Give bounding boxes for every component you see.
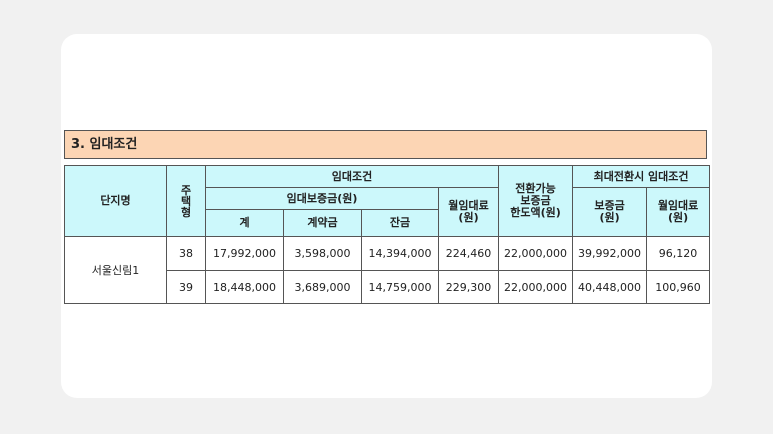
convertible-limit-cell: 22,000,000	[498, 236, 574, 271]
complex-name-cell: 서울신림1	[64, 236, 167, 304]
header-housing-type: 주 택 형	[166, 165, 206, 237]
header-total: 계	[205, 209, 284, 237]
contract-fee-cell: 3,598,000	[283, 236, 362, 271]
max-deposit-cell: 40,448,000	[572, 270, 648, 304]
section-title: 3. 임대조건	[64, 130, 707, 159]
document-card: 3. 임대조건 단지명 주 택 형 임대조건 전환가능 보증금 한도액(원) 최…	[61, 34, 712, 398]
contract-fee-cell: 3,689,000	[283, 270, 362, 304]
balance-cell: 14,394,000	[361, 236, 439, 271]
header-max-monthly-rent: 월임대료 (원)	[646, 187, 711, 237]
total-cell: 17,992,000	[205, 236, 284, 271]
header-complex-name: 단지명	[64, 165, 167, 237]
total-cell: 18,448,000	[205, 270, 284, 304]
header-convertible-deposit-limit: 전환가능 보증금 한도액(원)	[498, 165, 574, 237]
header-rental-conditions: 임대조건	[204, 165, 500, 188]
balance-cell: 14,759,000	[361, 270, 439, 304]
header-max-deposit: 보증금 (원)	[572, 187, 648, 237]
housing-type-cell: 39	[166, 270, 206, 304]
table-row: 서울신림1 38 17,992,000 3,598,000 14,394,000…	[64, 236, 711, 304]
header-balance: 잔금	[361, 209, 439, 237]
monthly-rent-cell: 224,460	[437, 236, 500, 271]
max-monthly-rent-cell: 96,120	[646, 236, 711, 271]
rental-conditions-table: 단지명 주 택 형 임대조건 전환가능 보증금 한도액(원) 최대전환시 임대조…	[64, 165, 711, 304]
monthly-rent-cell: 229,300	[437, 270, 500, 304]
convertible-limit-cell: 22,000,000	[498, 270, 574, 304]
housing-type-cell: 38	[166, 236, 206, 271]
header-max-conversion-conditions: 최대전환시 임대조건	[572, 165, 711, 188]
header-monthly-rent: 월임대료 (원)	[437, 187, 500, 237]
max-deposit-cell: 39,992,000	[572, 236, 648, 271]
header-contract-fee: 계약금	[283, 209, 362, 237]
header-rental-deposit: 임대보증금(원)	[205, 187, 439, 210]
max-monthly-rent-cell: 100,960	[646, 270, 711, 304]
